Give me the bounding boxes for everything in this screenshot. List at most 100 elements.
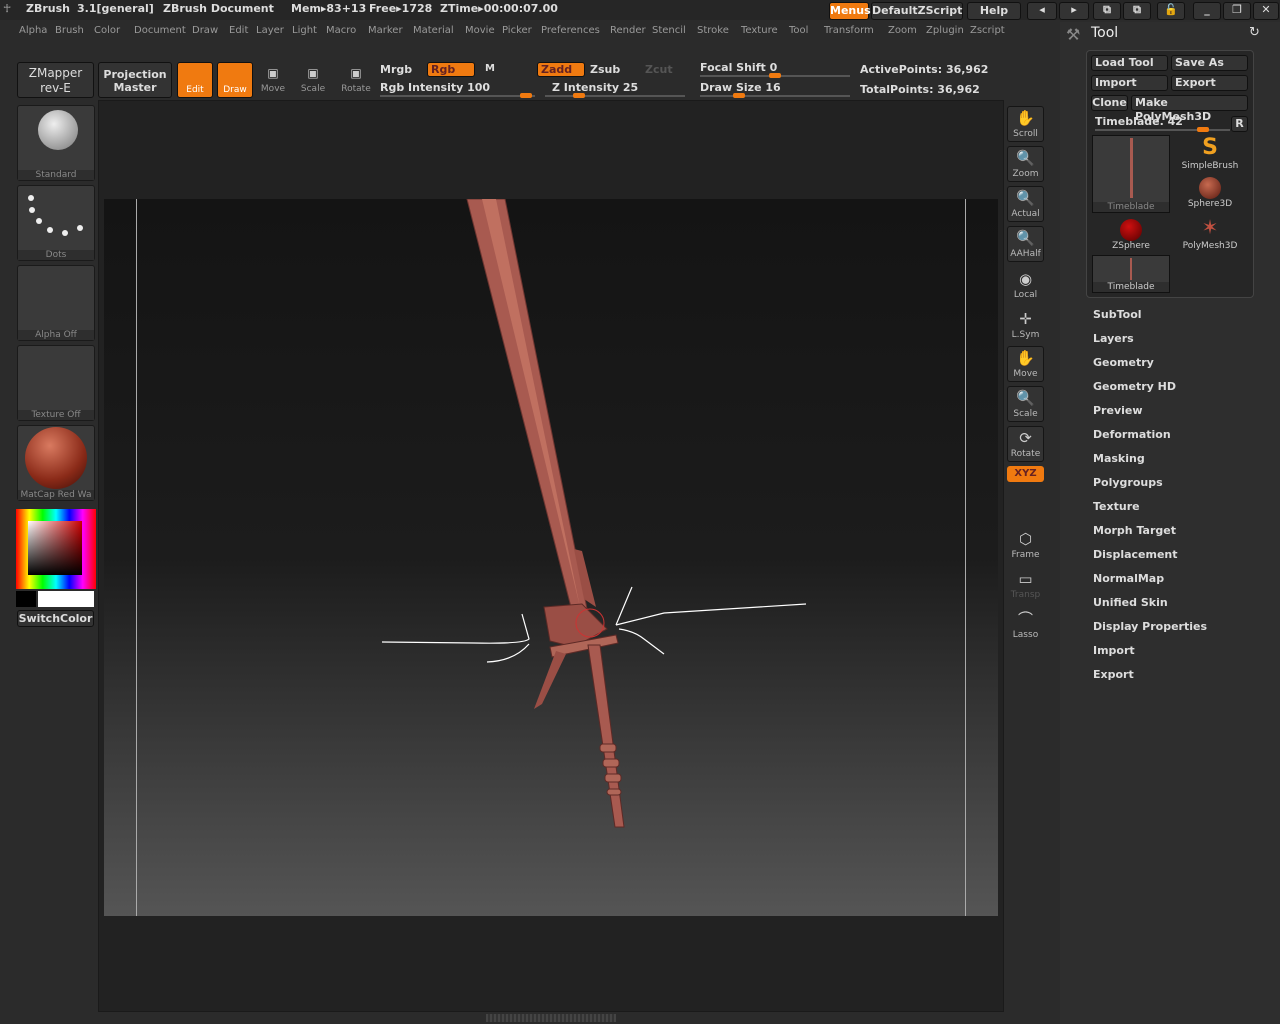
menu-layer[interactable]: Layer xyxy=(256,25,284,36)
slider-knob[interactable] xyxy=(769,73,781,78)
alpha-selector[interactable]: Alpha Off xyxy=(17,265,95,341)
lock-icon[interactable]: 🔓 xyxy=(1157,2,1185,20)
menu-material[interactable]: Material xyxy=(413,25,454,36)
slider-knob[interactable] xyxy=(733,93,745,98)
section-masking[interactable]: Masking xyxy=(1093,452,1145,465)
menu-brush[interactable]: Brush xyxy=(55,25,84,36)
menu-zoom[interactable]: Zoom xyxy=(888,25,917,36)
section-polygroups[interactable]: Polygroups xyxy=(1093,476,1163,489)
material-selector[interactable]: MatCap Red Wa xyxy=(17,425,95,501)
zadd-toggle[interactable]: Zadd xyxy=(537,62,585,77)
load-tool-button[interactable]: Load Tool xyxy=(1091,55,1168,71)
shelf-scroll-button[interactable]: ✋ Scroll xyxy=(1007,106,1044,142)
shelf-move-button[interactable]: ✋ Move xyxy=(1007,346,1044,382)
texture-selector[interactable]: Texture Off xyxy=(17,345,95,421)
slider-knob[interactable] xyxy=(573,93,585,98)
menu-stroke[interactable]: Stroke xyxy=(697,25,729,36)
shelf-zoom-button[interactable]: 🔍 Zoom xyxy=(1007,146,1044,182)
draw-button[interactable]: Draw xyxy=(217,62,253,98)
menu-draw[interactable]: Draw xyxy=(192,25,218,36)
make-polymesh-button[interactable]: Make PolyMesh3D xyxy=(1131,95,1248,123)
zsub-toggle[interactable]: Zsub xyxy=(590,63,620,76)
menu-zplugin[interactable]: Zplugin xyxy=(926,25,964,36)
zmapper-button[interactable]: ZMapper rev-E xyxy=(17,62,94,98)
tool-thumb-timeblade[interactable]: Timeblade xyxy=(1092,135,1170,213)
menu-preferences[interactable]: Preferences xyxy=(541,25,600,36)
layout-next-icon[interactable]: ⧉ xyxy=(1123,2,1151,20)
stroke-selector[interactable]: Dots xyxy=(17,185,95,261)
minimize-icon[interactable]: _ xyxy=(1193,2,1221,20)
menu-picker[interactable]: Picker xyxy=(502,25,532,36)
m-toggle[interactable]: M xyxy=(485,63,495,74)
z-intensity-slider[interactable] xyxy=(545,93,685,98)
section-morph-target[interactable]: Morph Target xyxy=(1093,524,1176,537)
menu-stencil[interactable]: Stencil xyxy=(652,25,686,36)
section-preview[interactable]: Preview xyxy=(1093,404,1143,417)
section-geometry-hd[interactable]: Geometry HD xyxy=(1093,380,1176,393)
shelf-lsym-button[interactable]: ✛ L.Sym xyxy=(1007,308,1044,344)
secondary-color-swatch[interactable] xyxy=(16,591,36,607)
brush-selector[interactable]: Standard xyxy=(17,105,95,181)
shelf-local-button[interactable]: ◉ Local xyxy=(1007,268,1044,304)
edit-button[interactable]: Edit xyxy=(177,62,213,98)
section-layers[interactable]: Layers xyxy=(1093,332,1134,345)
restore-icon[interactable]: ❐ xyxy=(1223,2,1251,20)
menu-edit[interactable]: Edit xyxy=(229,25,248,36)
shrink-icon[interactable]: ◂ xyxy=(1027,2,1057,20)
section-import[interactable]: Import xyxy=(1093,644,1135,657)
export-button[interactable]: Export xyxy=(1171,75,1248,91)
focal-shift-slider[interactable] xyxy=(700,73,850,78)
tool-thumb-simplebrush[interactable]: S SimpleBrush xyxy=(1171,135,1249,175)
slider-knob[interactable] xyxy=(520,93,532,98)
bottom-tray-handle[interactable] xyxy=(486,1014,616,1022)
move-button[interactable]: ▣ Move xyxy=(258,66,288,94)
shelf-actual-button[interactable]: 🔍 Actual xyxy=(1007,186,1044,222)
menu-macro[interactable]: Macro xyxy=(326,25,356,36)
scale-button[interactable]: ▣ Scale xyxy=(298,66,328,94)
shelf-transp-button[interactable]: ▭ Transp xyxy=(1007,568,1044,604)
primary-color-swatch[interactable] xyxy=(38,591,94,607)
color-picker[interactable] xyxy=(16,509,96,589)
section-texture[interactable]: Texture xyxy=(1093,500,1140,513)
shelf-frame-button[interactable]: ⬡ Frame xyxy=(1007,528,1044,564)
shelf-lasso-button[interactable]: ⌒ Lasso xyxy=(1007,608,1044,644)
rgb-toggle[interactable]: Rgb xyxy=(427,62,475,77)
section-normalmap[interactable]: NormalMap xyxy=(1093,572,1164,585)
menu-texture[interactable]: Texture xyxy=(741,25,778,36)
menu-render[interactable]: Render xyxy=(610,25,646,36)
section-displacement[interactable]: Displacement xyxy=(1093,548,1178,561)
r-button[interactable]: R xyxy=(1231,116,1248,132)
layout-prev-icon[interactable]: ⧉ xyxy=(1093,2,1121,20)
help-button[interactable]: Help xyxy=(967,2,1021,20)
section-export[interactable]: Export xyxy=(1093,668,1134,681)
menus-button[interactable]: Menus xyxy=(829,2,871,20)
tool-thumb-timeblade-2[interactable]: Timeblade xyxy=(1092,255,1170,293)
mrgb-toggle[interactable]: Mrgb xyxy=(380,63,412,76)
tool-slider[interactable] xyxy=(1095,127,1230,132)
menu-marker[interactable]: Marker xyxy=(368,25,403,36)
close-icon[interactable]: ✕ xyxy=(1253,2,1279,20)
section-unified-skin[interactable]: Unified Skin xyxy=(1093,596,1168,609)
slider-knob[interactable] xyxy=(1197,127,1209,132)
menu-zscript[interactable]: Zscript xyxy=(970,25,1005,36)
tool-thumb-sphere3d[interactable]: Sphere3D xyxy=(1171,175,1249,215)
tool-thumb-polymesh3d[interactable]: ✶ PolyMesh3D xyxy=(1171,215,1249,255)
section-geometry[interactable]: Geometry xyxy=(1093,356,1154,369)
shelf-aahalf-button[interactable]: 🔍 AAHalf xyxy=(1007,226,1044,262)
document-canvas[interactable] xyxy=(104,199,998,916)
menu-movie[interactable]: Movie xyxy=(465,25,495,36)
zcut-toggle[interactable]: Zcut xyxy=(645,63,673,76)
projection-master-button[interactable]: Projection Master xyxy=(98,62,172,98)
menu-light[interactable]: Light xyxy=(292,25,317,36)
save-as-button[interactable]: Save As xyxy=(1171,55,1248,71)
rgb-intensity-slider[interactable] xyxy=(380,93,535,98)
clone-button[interactable]: Clone xyxy=(1091,95,1128,111)
section-subtool[interactable]: SubTool xyxy=(1093,308,1142,321)
tool-thumb-zsphere[interactable]: ZSphere xyxy=(1092,215,1170,255)
expand-icon[interactable]: ▸ xyxy=(1059,2,1089,20)
menu-tool[interactable]: Tool xyxy=(789,25,808,36)
menu-transform[interactable]: Transform xyxy=(824,25,874,36)
default-zscript-button[interactable]: DefaultZScript xyxy=(871,2,963,20)
menu-alpha[interactable]: Alpha xyxy=(19,25,47,36)
shelf-rotate-button[interactable]: ⟳ Rotate xyxy=(1007,426,1044,462)
